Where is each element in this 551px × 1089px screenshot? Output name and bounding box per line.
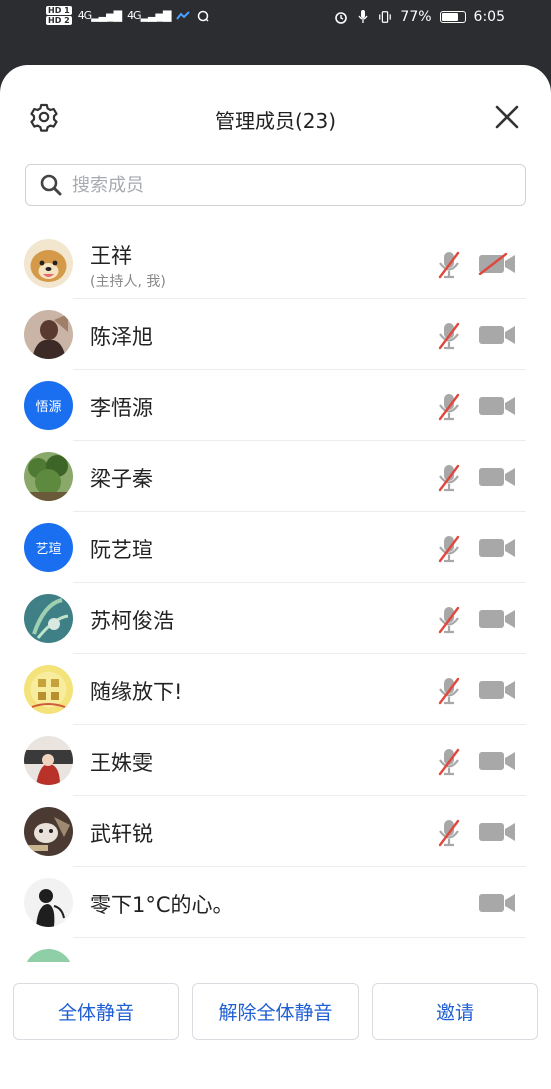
alarm-icon [334,10,348,24]
member-row[interactable]: 随缘放下! [0,654,551,725]
status-left: HD 1 HD 2 4G▂▃▅▇ 4G▂▃▅▇ [46,6,210,25]
member-name: 随缘放下! [90,680,183,704]
video-icon[interactable] [478,466,516,488]
signal-2: 4G▂▃▅▇ [127,9,171,22]
member-row[interactable]: 武轩锐 [0,796,551,867]
video-icon[interactable] [478,892,516,914]
avatar [24,452,73,501]
battery-fill [441,13,458,21]
avatar [24,310,73,359]
sheet-header: 管理成员(23) [0,65,551,165]
data-usage-icon [176,9,191,23]
member-row[interactable]: 零下1°C的心。 [0,867,551,938]
member-name: 王祥 [90,244,132,268]
avatar [24,239,73,288]
unmute-all-button[interactable]: 解除全体静音 [192,983,359,1040]
avatar [24,807,73,856]
member-row[interactable]: 艺瑄 阮艺瑄 [0,512,551,583]
member-name: 零下1°C的心。 [90,893,234,917]
hd-badges: HD 1 HD 2 [46,6,72,25]
member-name: 梁子秦 [90,467,153,491]
member-row[interactable]: 梁子秦 [0,441,551,512]
member-name: 武轩锐 [90,822,153,846]
avatar: 悟源 [24,381,73,430]
video-icon[interactable] [478,608,516,630]
avatar: 艺瑄 [24,523,73,572]
battery-percent: 77% [400,9,432,25]
mic-muted-icon[interactable] [433,462,465,494]
mic-muted-icon[interactable] [433,604,465,636]
member-name: 李悟源 [90,396,153,420]
status-right: 77% 6:05 [334,9,505,25]
bottom-action-bar: 全体静音 解除全体静音 邀请 [0,962,551,1089]
video-icon[interactable] [478,679,516,701]
avatar [24,736,73,785]
mute-all-button[interactable]: 全体静音 [13,983,179,1040]
video-off-icon[interactable] [478,252,516,276]
mic-muted-icon[interactable] [433,391,465,423]
member-list: 王祥 (主持人, 我) 陈泽旭 悟源 李悟源 梁子秦 艺瑄 阮艺瑄 苏柯俊浩 随… [0,228,551,1009]
manage-members-sheet: 管理成员(23) 王祥 (主持人, 我 [0,65,551,1089]
member-row[interactable]: 王姝雯 [0,725,551,796]
invite-button[interactable]: 邀请 [372,983,538,1040]
status-bar: HD 1 HD 2 4G▂▃▅▇ 4G▂▃▅▇ 77% 6:05 [0,0,551,40]
page-title: 管理成员(23) [214,109,337,133]
mic-muted-icon[interactable] [433,320,465,352]
search-icon [40,174,62,196]
avatar [24,594,73,643]
mic-status-icon [356,10,370,24]
mic-muted-icon[interactable] [433,249,465,281]
search-box[interactable] [25,164,526,206]
member-name: 王姝雯 [90,751,153,775]
mic-muted-icon[interactable] [433,746,465,778]
member-name: 苏柯俊浩 [90,609,174,633]
video-icon[interactable] [478,395,516,417]
member-row[interactable]: 苏柯俊浩 [0,583,551,654]
member-row[interactable]: 王祥 (主持人, 我) [0,228,551,299]
avatar [24,878,73,927]
close-icon[interactable] [493,103,521,131]
member-name: 阮艺瑄 [90,538,153,562]
refresh-icon [196,9,210,23]
hd2-badge: HD 2 [46,16,72,25]
battery-icon [439,11,466,23]
mic-muted-icon[interactable] [433,675,465,707]
hd1-badge: HD 1 [46,6,72,15]
signal-1-label: 4G [77,9,92,22]
video-icon[interactable] [478,324,516,346]
member-name: 陈泽旭 [90,325,153,349]
member-role: (主持人, 我) [90,274,166,290]
video-icon[interactable] [478,537,516,559]
mic-muted-icon[interactable] [433,533,465,565]
member-row[interactable]: 陈泽旭 [0,299,551,370]
avatar [24,665,73,714]
mic-muted-icon[interactable] [433,817,465,849]
video-icon[interactable] [478,750,516,772]
vibrate-icon [378,10,392,24]
search-input[interactable] [70,173,494,197]
member-row[interactable]: 悟源 李悟源 [0,370,551,441]
signal-1: 4G▂▃▅▇ [77,9,122,22]
signal-2-label: 4G [127,9,141,22]
video-icon[interactable] [478,821,516,843]
clock: 6:05 [473,9,505,25]
